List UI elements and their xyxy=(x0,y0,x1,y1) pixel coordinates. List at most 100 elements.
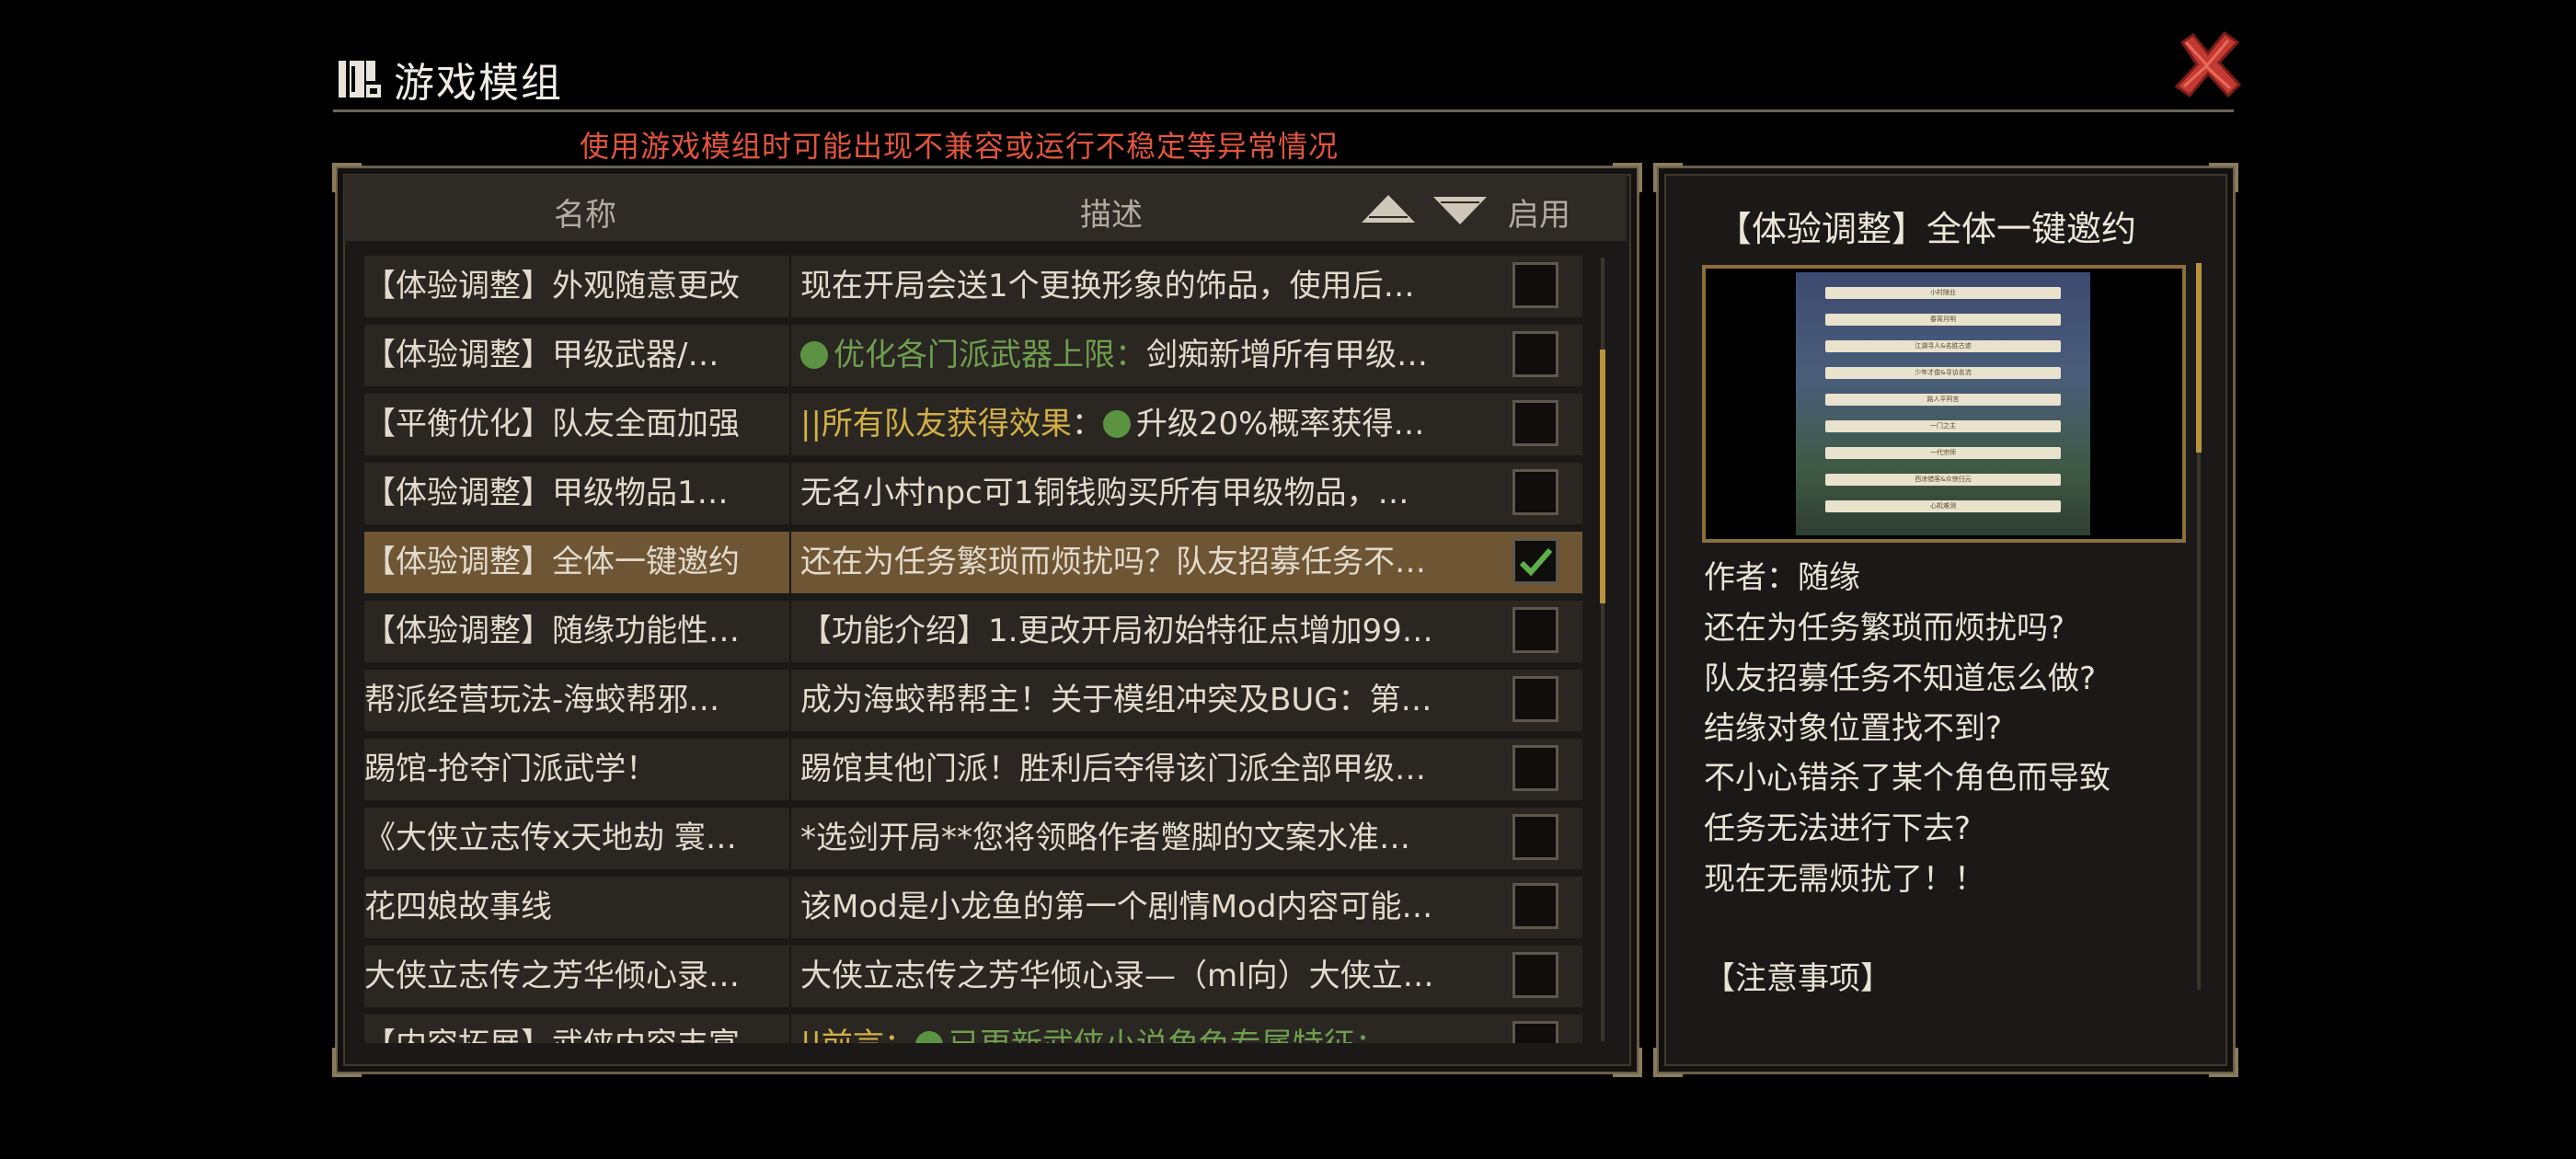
mod-row[interactable]: 《大侠立志传x天地劫 寰… *选剑开局**您将领略作者蹩脚的文案水准… xyxy=(364,808,1582,869)
mod-row[interactable]: 【平衡优化】队友全面加强 ||所有队友获得效果： 升级20%概率获得… xyxy=(364,394,1582,455)
mod-name: 《大侠立志传x天地劫 寰… xyxy=(364,820,737,856)
preview-menu-item: 一门之主 xyxy=(1825,420,2061,432)
mod-list: 【体验调整】外观随意更改 现在开局会送1个更换形象的饰品，使用后… 【体验调整】甲级… xyxy=(364,256,1582,1043)
detail-line: 现在无需烦扰了！！ xyxy=(1704,861,1985,898)
description-segment: 还在为任务繁琐而烦扰吗？队友招募任务不… xyxy=(800,544,1426,580)
window-title-bar: 游戏模组 xyxy=(339,53,563,107)
mod-row[interactable]: 【体验调整】外观随意更改 现在开局会送1个更换形象的饰品，使用后… xyxy=(364,256,1582,317)
green-dot-icon xyxy=(800,341,828,369)
enable-checkbox[interactable] xyxy=(1512,262,1558,308)
description-segment: 现在开局会送1个更换形象的饰品，使用后… xyxy=(800,268,1415,304)
mod-name: 大侠立志传之芳华倾心录… xyxy=(364,958,740,994)
description-segment: 升级20%概率获得… xyxy=(1135,406,1425,442)
preview-menu-item: 心机难测 xyxy=(1825,500,2061,512)
sort-down-button[interactable] xyxy=(1430,191,1490,228)
column-header-enable: 启用 xyxy=(1508,197,1570,234)
description-segment: ||所有队友获得效果 xyxy=(800,406,1072,442)
mod-preview-image: 小村随业 春宵月明 江湖寻人&名胜古迹 少年才俊&寻访名流 路人平阿言 一门之主 一代宗师西… xyxy=(1796,272,2090,535)
enable-checkbox[interactable] xyxy=(1512,745,1558,791)
enable-checkbox[interactable] xyxy=(1512,676,1558,722)
sort-up-button[interactable] xyxy=(1358,191,1419,228)
description-segment: 【功能介绍】1.更改开局初始特征点增加99… xyxy=(800,613,1433,649)
column-separator xyxy=(789,463,791,524)
preview-menu-item: 小村随业 xyxy=(1825,287,2061,299)
column-header-description: 描述 xyxy=(1080,197,1143,234)
description-segment: 大侠立志传之芳华倾心录—（ml向）大侠立… xyxy=(800,958,1434,994)
detail-line: 队友招募任务不知道怎么做? xyxy=(1704,660,2097,697)
preview-menu-item: 一代宗师 xyxy=(1825,447,2061,459)
detail-title: 【体验调整】全体一键邀约 xyxy=(1717,209,2137,249)
enable-checkbox[interactable] xyxy=(1512,952,1558,998)
mod-row[interactable]: 【内容拓展】武侠内容丰富 ||前言： 已更新武侠小说角色专属特征：… xyxy=(364,1015,1582,1043)
mod-row[interactable]: 花四娘故事线 该Mod是小龙鱼的第一个剧情Mod内容可能… xyxy=(364,877,1582,938)
description-segment: 优化各门派武器上限： xyxy=(834,337,1146,373)
list-scrollbar-thumb[interactable] xyxy=(1600,350,1605,603)
description-segment: 成为海蛟帮帮主！关于模组冲突及BUG：第… xyxy=(800,682,1432,718)
green-dot-icon xyxy=(1102,410,1131,438)
mod-name: 【内容拓展】武侠内容丰富 xyxy=(364,1015,788,1043)
column-separator xyxy=(789,256,791,317)
enable-checkbox[interactable] xyxy=(1512,538,1558,584)
mod-description: *选剑开局**您将领略作者蹩脚的文案水准… xyxy=(800,808,1500,869)
checkmark-icon xyxy=(1519,548,1553,577)
mod-row[interactable]: 帮派经营玩法-海蛟帮邪… 成为海蛟帮帮主！关于模组冲突及BUG：第… xyxy=(364,670,1582,731)
table-header: 名称 描述 启用 xyxy=(344,175,1627,241)
mod-description: 成为海蛟帮帮主！关于模组冲突及BUG：第… xyxy=(800,670,1500,731)
column-separator xyxy=(789,532,791,593)
close-icon xyxy=(2174,30,2242,98)
mod-description: 优化各门派武器上限：剑痴新增所有甲级… xyxy=(800,325,1500,386)
mod-row[interactable]: 【体验调整】全体一键邀约 还在为任务繁琐而烦扰吗？队友招募任务不… xyxy=(364,532,1582,593)
column-header-name: 名称 xyxy=(554,197,616,234)
enable-checkbox[interactable] xyxy=(1512,400,1558,446)
triangle-up-icon xyxy=(1362,195,1415,223)
mod-name: 踢馆-抢夺门派武学！ xyxy=(364,751,658,787)
close-button[interactable] xyxy=(2173,29,2243,99)
mod-row[interactable]: 大侠立志传之芳华倾心录… 大侠立志传之芳华倾心录—（ml向）大侠立… xyxy=(364,946,1582,1007)
mod-description: 无名小村npc可1铜钱购买所有甲级物品，… xyxy=(800,463,1500,524)
preview-menu-item: 少年才俊&寻访名流 xyxy=(1825,367,2061,379)
description-segment: 该Mod是小龙鱼的第一个剧情Mod内容可能… xyxy=(800,889,1433,925)
detail-line: 任务无法进行下去? xyxy=(1704,810,1972,847)
preview-menu-item: 春宵月明 xyxy=(1825,314,2061,326)
title-divider xyxy=(333,109,2234,112)
column-separator xyxy=(789,946,791,1007)
mod-name: 【体验调整】甲级武器/… xyxy=(364,337,719,373)
enable-checkbox[interactable] xyxy=(1512,1021,1558,1043)
mod-description: 该Mod是小龙鱼的第一个剧情Mod内容可能… xyxy=(800,877,1500,938)
mod-description: ||前言： 已更新武侠小说角色专属特征：… xyxy=(800,1015,1500,1043)
detail-scrollbar-thumb[interactable] xyxy=(2196,263,2202,453)
description-segment: ||前言： xyxy=(800,1027,915,1043)
detail-line: 【注意事项】 xyxy=(1704,960,1892,997)
description-segment: *选剑开局**您将领略作者蹩脚的文案水准… xyxy=(800,820,1410,856)
column-separator xyxy=(789,325,791,386)
mod-row[interactable]: 踢馆-抢夺门派武学！ 踢馆其他门派！胜利后夺得该门派全部甲级… xyxy=(364,739,1582,800)
detail-line: 作者：随缘 xyxy=(1704,559,1860,596)
mod-row[interactable]: 【体验调整】随缘功能性… 【功能介绍】1.更改开局初始特征点增加99… xyxy=(364,601,1582,662)
column-separator xyxy=(789,739,791,800)
preview-menu-item: 西凉猎客&众侠归元 xyxy=(1825,474,2061,486)
column-separator xyxy=(789,1015,791,1043)
mod-description: 大侠立志传之芳华倾心录—（ml向）大侠立… xyxy=(800,946,1500,1007)
triangle-down-icon xyxy=(1433,197,1487,224)
mod-name: 【体验调整】全体一键邀约 xyxy=(364,544,740,580)
mod-row[interactable]: 【体验调整】甲级武器/… 优化各门派武器上限：剑痴新增所有甲级… xyxy=(364,325,1582,386)
mod-row[interactable]: 【体验调整】甲级物品1… 无名小村npc可1铜钱购买所有甲级物品，… xyxy=(364,463,1582,524)
column-separator xyxy=(789,394,791,455)
enable-checkbox[interactable] xyxy=(1512,607,1558,653)
enable-checkbox[interactable] xyxy=(1512,883,1558,929)
column-separator xyxy=(789,808,791,869)
mod-name: 花四娘故事线 xyxy=(364,889,552,925)
detail-line: 不小心错杀了某个角色而导致 xyxy=(1704,760,2110,797)
mod-description: 现在开局会送1个更换形象的饰品，使用后… xyxy=(800,256,1500,317)
column-separator xyxy=(789,601,791,662)
enable-checkbox[interactable] xyxy=(1512,814,1558,860)
mod-name: 帮派经营玩法-海蛟帮邪… xyxy=(364,682,720,718)
mod-description: 踢馆其他门派！胜利后夺得该门派全部甲级… xyxy=(800,739,1500,800)
enable-checkbox[interactable] xyxy=(1512,331,1558,377)
preview-menu-item: 江湖寻人&名胜古迹 xyxy=(1825,340,2061,352)
enable-checkbox[interactable] xyxy=(1512,469,1558,515)
column-separator xyxy=(789,877,791,938)
green-dot-icon xyxy=(914,1031,943,1043)
mod-package-icon xyxy=(339,59,381,99)
mod-name: 【平衡优化】队友全面加强 xyxy=(364,406,740,442)
